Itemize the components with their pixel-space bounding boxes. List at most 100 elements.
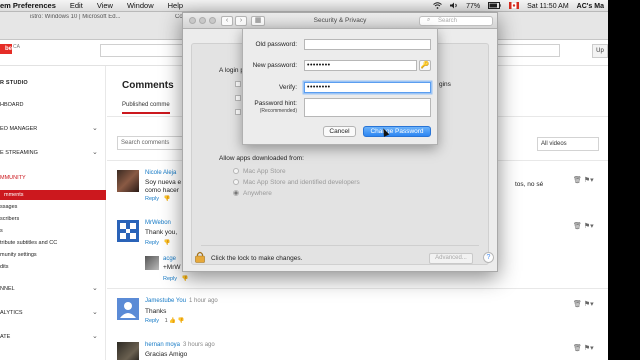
comment-author[interactable]: hernan moya 3 hours ago (145, 342, 215, 348)
thumb-up-icon[interactable]: 👍 (169, 318, 176, 324)
avatar[interactable] (117, 298, 139, 320)
left-nav: R STUDIO HBOARD EO MANAGER ⌄ E STREAMING… (0, 66, 106, 360)
reply-link[interactable]: Reply 👎 (145, 196, 170, 202)
flag-icon[interactable] (508, 1, 520, 11)
nav-subscribers[interactable]: scribers (0, 216, 19, 226)
reply-label[interactable]: Reply (145, 318, 159, 324)
cancel-button[interactable]: Cancel (323, 126, 356, 137)
comment-actions: 🗑 ⚑▾ (573, 222, 608, 230)
reply-link[interactable]: Reply 👎 (145, 240, 170, 246)
help-button[interactable]: ? (483, 252, 494, 263)
avatar[interactable] (117, 342, 139, 360)
reply-label[interactable]: Reply (145, 240, 159, 246)
thumb-down-icon[interactable]: 👎 (182, 276, 189, 282)
comment-author[interactable]: acge (163, 256, 176, 262)
password-hint-field[interactable] (304, 98, 431, 117)
reply-label[interactable]: Reply (163, 276, 177, 282)
volume-icon[interactable] (450, 2, 458, 11)
advanced-button[interactable]: Advanced... (429, 253, 473, 264)
menu-edit[interactable]: Edit (70, 1, 83, 10)
checkbox[interactable] (235, 81, 241, 87)
chevron-down-icon[interactable]: ⌄ (92, 284, 98, 292)
comment-author-name[interactable]: hernan moya (145, 342, 180, 348)
nav-channel[interactable]: NNEL (0, 286, 15, 296)
new-password-field[interactable]: •••••••• (304, 60, 417, 71)
youtube-logo[interactable]: be (0, 44, 12, 54)
avatar[interactable] (145, 256, 159, 270)
comment-author-name[interactable]: Jamestube You (145, 298, 186, 304)
allow-apps-label: Allow apps downloaded from: (219, 155, 304, 162)
chevron-down-icon[interactable]: ⌄ (92, 124, 98, 132)
browser-tab[interactable]: istro: Windows 10 | Microsoft Ed... (30, 14, 121, 26)
menu-view[interactable]: View (97, 1, 113, 10)
chevron-down-icon[interactable]: ⌄ (92, 308, 98, 316)
flag-icon[interactable]: ⚑▾ (584, 345, 594, 352)
menu-window[interactable]: Window (127, 1, 154, 10)
thumb-down-icon[interactable]: 👎 (178, 318, 185, 324)
wifi-icon[interactable] (433, 1, 442, 11)
nav-dashboard[interactable]: HBOARD (0, 102, 24, 112)
avatar[interactable] (117, 170, 139, 192)
clock[interactable]: Sat 11:50 AM (527, 3, 569, 10)
flag-icon[interactable]: ⚑▾ (584, 301, 594, 308)
nav-comments[interactable]: mments (0, 190, 106, 200)
comment-text: +MrW (163, 264, 181, 271)
flag-icon[interactable]: ⚑▾ (584, 177, 594, 184)
reply-link[interactable]: Reply 👎 (163, 276, 188, 282)
app-menu[interactable]: em Preferences (0, 1, 56, 10)
upload-button[interactable]: Up (592, 44, 608, 58)
radio-label: Mac App Store and identified developers (243, 179, 360, 186)
trash-icon[interactable]: 🗑 (573, 223, 582, 230)
change-password-sheet: Old password: New password: •••••••• 🔑 V… (242, 28, 438, 145)
nav-video-manager[interactable]: EO MANAGER (0, 126, 37, 136)
reply-label[interactable]: Reply (145, 196, 159, 202)
comment-text: Thank you, (145, 229, 178, 236)
old-password-field[interactable] (304, 39, 431, 50)
menu-help[interactable]: Help (168, 1, 183, 10)
radio-mac-app-store[interactable]: Mac App Store (233, 168, 286, 175)
radio-icon-selected (233, 190, 239, 197)
video-filter-select[interactable]: All videos (537, 137, 599, 151)
comment-author[interactable]: MrWebon (145, 220, 171, 226)
login-password-label: A login p (219, 67, 244, 74)
key-icon[interactable]: 🔑 (419, 60, 431, 71)
change-password-button[interactable]: Change Password (363, 126, 431, 137)
lock-icon[interactable] (195, 251, 205, 263)
avatar[interactable] (117, 220, 139, 242)
battery-icon[interactable] (488, 1, 501, 11)
trash-icon[interactable]: 🗑 (573, 301, 582, 308)
nav-community[interactable]: MMUNITY (0, 175, 26, 185)
radio-anywhere[interactable]: Anywhere (233, 190, 272, 197)
search-comments-input[interactable]: Search comments (117, 136, 187, 150)
nav-analytics[interactable]: ALYTICS (0, 310, 23, 320)
flag-icon[interactable]: ⚑▾ (584, 223, 594, 230)
comment-time: 3 hours ago (183, 342, 215, 348)
user-menu[interactable]: AC's Ma (577, 3, 604, 10)
chevron-down-icon[interactable]: ⌄ (92, 332, 98, 340)
nav-subtitles[interactable]: tribute subtitles and CC (0, 240, 57, 250)
radio-identified-developers[interactable]: Mac App Store and identified developers (233, 179, 360, 186)
password-hint-recommended: (Recommended) (259, 108, 297, 114)
verify-password-field[interactable]: •••••••• (304, 82, 431, 93)
checkbox[interactable] (235, 95, 241, 101)
menubar-status: 77% Sat 11:50 AM AC's Ma (433, 0, 604, 12)
checkbox[interactable] (235, 109, 241, 115)
chevron-down-icon[interactable]: ⌄ (92, 148, 98, 156)
tab-published-comments[interactable]: Published comme (122, 102, 170, 114)
comment-author[interactable]: Nicole Aleja (145, 170, 176, 176)
logins-label: gins (439, 81, 451, 88)
nav-credits[interactable]: dits (0, 264, 9, 274)
trash-icon[interactable]: 🗑 (573, 345, 582, 352)
thumb-down-icon[interactable]: 👎 (164, 196, 171, 202)
trash-icon[interactable]: 🗑 (573, 177, 582, 184)
search-placeholder: Search (438, 18, 458, 24)
nav-create[interactable]: ATE (0, 334, 10, 344)
nav-messages[interactable]: ssages (0, 204, 17, 214)
nav-community-settings[interactable]: munity settings (0, 252, 37, 262)
comment-author[interactable]: Jamestube You 1 hour ago (145, 298, 218, 304)
reply-link[interactable]: Reply 1 👍 👎 (145, 318, 184, 324)
nav-s[interactable]: s (0, 228, 3, 238)
thumb-down-icon[interactable]: 👎 (164, 240, 171, 246)
nav-live-streaming[interactable]: E STREAMING (0, 150, 38, 160)
comment-text: como hacer (145, 187, 179, 194)
